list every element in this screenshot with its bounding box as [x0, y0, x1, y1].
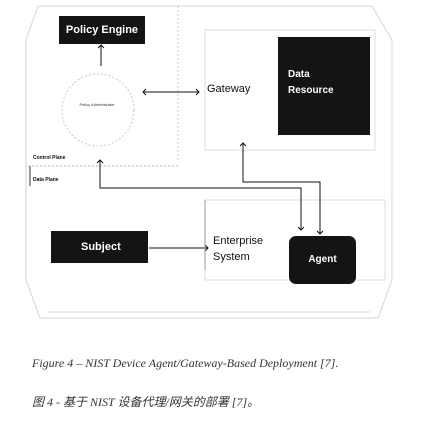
policy-engine-box: Policy Engine: [59, 16, 145, 44]
policy-administrator-circle: [61, 73, 135, 147]
subject-box: Subject: [51, 231, 148, 263]
control-plane-label: Control Plane: [33, 155, 66, 161]
policy-administrator-label: Policy Administrator: [79, 102, 115, 107]
enterprise-line1: Enterprise: [213, 235, 264, 247]
control-plane-path: [99, 160, 302, 230]
gateway-label: Gateway: [207, 83, 251, 95]
data-resource-line1: Data: [288, 69, 310, 80]
data-resource-line2: Resource: [288, 85, 334, 96]
agent-box: Agent: [289, 236, 356, 284]
enterprise-line2: System: [213, 251, 250, 263]
figure-caption-english: Figure 4 – NIST Device Agent/Gateway-Bas…: [32, 356, 339, 370]
data-resource-box: Data Resource: [278, 37, 370, 135]
figure-caption-chinese: 图 4 - 基于 NIST 设备代理/网关的部署 [7]。: [32, 395, 260, 409]
enterprise-system-label: Enterprise System: [213, 233, 263, 265]
data-plane-label: Data Plane: [33, 177, 59, 183]
